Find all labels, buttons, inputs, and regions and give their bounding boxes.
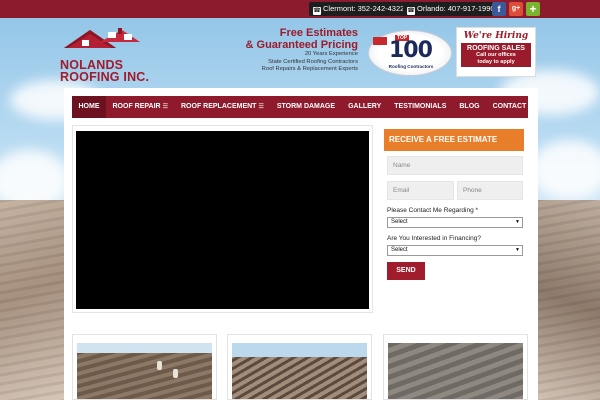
nav-label: BLOG (459, 103, 480, 110)
select-value: Select (391, 219, 408, 225)
nav-label: HOME (78, 103, 100, 110)
name-field[interactable]: Name (387, 156, 523, 175)
phone-field[interactable]: Phone (457, 181, 523, 200)
form-heading: RECEIVE A FREE ESTIMATE (384, 129, 524, 151)
phone-orlando-label: Orlando: 407-917-1990 (417, 4, 495, 13)
badge-caption: Roofing Contractors (388, 64, 434, 69)
google-plus-icon[interactable]: g+ (509, 2, 523, 16)
main-nav: HOME ROOF REPAIR ☰ ROOF REPLACEMENT ☰ STOR… (72, 96, 528, 118)
phone-clermont-link[interactable]: ☎ Clermont: 352-242-4322 (309, 2, 409, 16)
nav-item-gallery[interactable]: GALLERY (342, 96, 388, 118)
estimate-form: RECEIVE A FREE ESTIMATE Name Email Phone… (384, 129, 526, 285)
dropdown-icon: ☰ (258, 104, 264, 110)
worker-figure (157, 361, 162, 370)
roofers-working-image (77, 343, 212, 399)
hiring-banner[interactable]: We're Hiring ROOFING SALES Call our offi… (456, 27, 536, 77)
promo-headline-2: & Guaranteed Pricing (245, 39, 358, 51)
financing-label: Are You Interested in Financing? (387, 235, 481, 242)
contact-regarding-label: Please Contact Me Regarding * (387, 207, 479, 214)
promo-line: State Certified Roofing Contractors (268, 58, 358, 65)
site-logo[interactable]: NOLANDS ROOFING INC. (60, 26, 155, 84)
feature-card[interactable] (227, 334, 372, 400)
phone-orlando-link[interactable]: ☎ Orlando: 407-917-1990 (403, 2, 499, 16)
nav-label: GALLERY (348, 103, 382, 110)
feature-card[interactable] (72, 334, 217, 400)
nav-item-roof-replacement[interactable]: ROOF REPLACEMENT ☰ (175, 96, 271, 118)
worker-figure (173, 369, 178, 378)
nav-label: ROOF REPAIR (112, 103, 161, 110)
background-roof-image (530, 200, 600, 400)
nav-item-storm-damage[interactable]: STORM DAMAGE (270, 96, 341, 118)
dropdown-icon: ☰ (162, 104, 168, 110)
hiring-title: We're Hiring (463, 31, 529, 41)
hiring-box: ROOFING SALES Call our offices today to … (461, 43, 531, 67)
cloud-decoration (530, 140, 600, 200)
chevron-down-icon: ▼ (515, 247, 520, 253)
promo-block: Free Estimates & Guaranteed Pricing 20 Y… (246, 27, 358, 74)
house-logo-icon (64, 28, 140, 48)
hiring-role: ROOFING SALES (467, 45, 525, 52)
phone-icon: ☎ (407, 7, 415, 15)
hiring-sub-2: today to apply (477, 58, 515, 65)
storm-damage-image (388, 343, 523, 399)
roof-replacement-image (232, 343, 367, 399)
nav-item-contact[interactable]: CONTACT (486, 96, 533, 118)
email-field[interactable]: Email (387, 181, 454, 200)
promo-line: Roof Repairs & Replacement Experts (261, 66, 358, 72)
promo-headline-1: Free Estimates (279, 27, 358, 39)
video-player[interactable] (76, 131, 369, 309)
badge-ribbon (373, 37, 387, 45)
badge-number: 100 (389, 38, 433, 63)
promo-line: 20 Years Experience (304, 51, 358, 57)
top-100-badge: TOP 100 Roofing Contractors (368, 30, 452, 76)
phone-icon: ☎ (313, 7, 321, 15)
facebook-icon[interactable]: f (492, 2, 506, 16)
nav-label: CONTACT (492, 103, 527, 110)
plus-icon[interactable]: + (526, 2, 540, 16)
nav-item-roof-repair[interactable]: ROOF REPAIR ☰ (106, 96, 175, 118)
financing-select[interactable]: Select ▼ (387, 245, 523, 256)
send-button[interactable]: SEND (387, 262, 425, 280)
phone-clermont-label: Clermont: 352-242-4322 (323, 4, 405, 13)
nav-label: STORM DAMAGE (276, 103, 336, 110)
select-value: Select (391, 247, 408, 253)
contact-regarding-select[interactable]: Select ▼ (387, 217, 523, 228)
nav-item-home[interactable]: HOME (72, 96, 106, 118)
logo-text: NOLANDS ROOFING INC. (60, 59, 155, 84)
logo-line-2: ROOFING INC. (60, 69, 150, 84)
chevron-down-icon: ▼ (515, 219, 520, 225)
nav-label: ROOF REPLACEMENT (181, 103, 257, 110)
nav-item-blog[interactable]: BLOG (453, 96, 486, 118)
nav-label: TESTIMONIALS (394, 103, 447, 110)
feature-card[interactable] (383, 334, 528, 400)
nav-item-testimonials[interactable]: TESTIMONIALS (388, 96, 453, 118)
